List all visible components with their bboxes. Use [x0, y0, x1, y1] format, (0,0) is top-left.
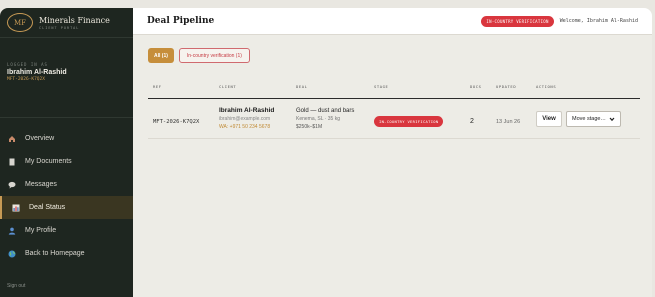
deal-location: Kenema, SL · 35 kg [296, 115, 341, 122]
brand-subtitle: CLIENT PORTAL [39, 25, 80, 30]
filter-chips: All (1) In-country verification (1) [148, 48, 250, 63]
sidebar-item-label: Overview [25, 135, 55, 142]
table-header: REF CLIENT DEAL STAGE DOCS UPDATED ACTIO… [148, 84, 640, 99]
sidebar-item-label: Messages [25, 181, 57, 188]
column-header-ref: REF [153, 84, 162, 89]
sidebar-item-back-to-homepage[interactable]: Back to Homepage [0, 242, 133, 265]
brand-name: Minerals Finance [39, 15, 110, 25]
docs-count: 2 [470, 117, 474, 125]
deal-ref: MFT-2026-K7Q2X [153, 118, 200, 125]
user-icon [8, 227, 16, 235]
sidebar-item-label: Deal Status [29, 204, 66, 211]
stage-badge: IN-COUNTRY VERIFICATION [374, 115, 444, 127]
column-header-docs: DOCS [470, 84, 482, 89]
status-badge: IN-COUNTRY VERIFICATION [481, 15, 554, 27]
deal-value: $250k–$1M [296, 123, 323, 130]
document-icon [8, 158, 16, 166]
sidebar-item-my-profile[interactable]: My Profile [0, 219, 133, 242]
sidebar: MF Minerals Finance CLIENT PORTAL LOGGED… [0, 8, 133, 297]
deal-title: Gold — dust and bars [296, 107, 355, 114]
globe-icon [8, 250, 16, 258]
sidebar-item-my-documents[interactable]: My Documents [0, 150, 133, 173]
updated-date: 13 Jun 26 [496, 118, 521, 125]
top-bar: Deal Pipeline IN-COUNTRY VERIFICATION We… [133, 8, 652, 35]
move-stage-value: Move stage… [572, 115, 606, 122]
column-header-stage: STAGE [374, 84, 389, 89]
client-whatsapp: WA: +971 50 234 5678 [219, 124, 271, 130]
column-header-actions: ACTIONS [536, 84, 557, 89]
sidebar-item-overview[interactable]: Overview [0, 127, 133, 150]
chat-icon [8, 181, 16, 189]
view-button[interactable]: View [536, 110, 562, 127]
row-actions: View Move stage… [536, 110, 640, 127]
sidebar-item-label: My Profile [25, 227, 57, 234]
column-header-deal: DEAL [296, 84, 308, 89]
page-title: Deal Pipeline [147, 16, 215, 26]
sidebar-item-label: My Documents [25, 158, 72, 165]
sidebar-item-label: Back to Homepage [25, 250, 85, 257]
deals-table: REF CLIENT DEAL STAGE DOCS UPDATED ACTIO… [148, 84, 640, 139]
chart-icon [12, 204, 20, 212]
sign-out-link[interactable]: Sign out [7, 283, 25, 289]
sidebar-item-messages[interactable]: Messages [0, 173, 133, 196]
main-content: Deal Pipeline IN-COUNTRY VERIFICATION We… [133, 8, 652, 297]
user-ref: MFT-2026-K7Q2X [7, 77, 45, 82]
logged-in-caption: LOGGED IN AS [7, 62, 48, 67]
user-name: Ibrahim Al-Rashid [7, 69, 67, 76]
column-header-client: CLIENT [219, 84, 237, 89]
client-name: Ibrahim Al-Rashid [219, 107, 275, 114]
chevron-down-icon [609, 116, 615, 124]
table-row: MFT-2026-K7Q2X Ibrahim Al-Rashid ibrahim… [148, 99, 640, 139]
app-window: MF Minerals Finance CLIENT PORTAL LOGGED… [0, 8, 652, 297]
move-stage-select[interactable]: Move stage… [566, 110, 621, 127]
welcome-text: Welcome, Ibrahim Al-Rashid [559, 18, 638, 24]
brand-logo: MF [7, 13, 33, 32]
sidebar-item-deal-status[interactable]: Deal Status [0, 196, 133, 219]
client-email: ibrahim@example.com [219, 116, 271, 122]
user-info: LOGGED IN AS Ibrahim Al-Rashid MFT-2026-… [0, 38, 133, 118]
brand: MF Minerals Finance CLIENT PORTAL [0, 8, 133, 38]
filter-all-chip[interactable]: All (1) [148, 48, 174, 63]
sidebar-nav: Overview My Documents Messages Deal Stat… [0, 127, 133, 265]
column-header-updated: UPDATED [496, 84, 517, 89]
home-icon [8, 135, 16, 143]
filter-verification-chip[interactable]: In-country verification (1) [178, 48, 250, 63]
